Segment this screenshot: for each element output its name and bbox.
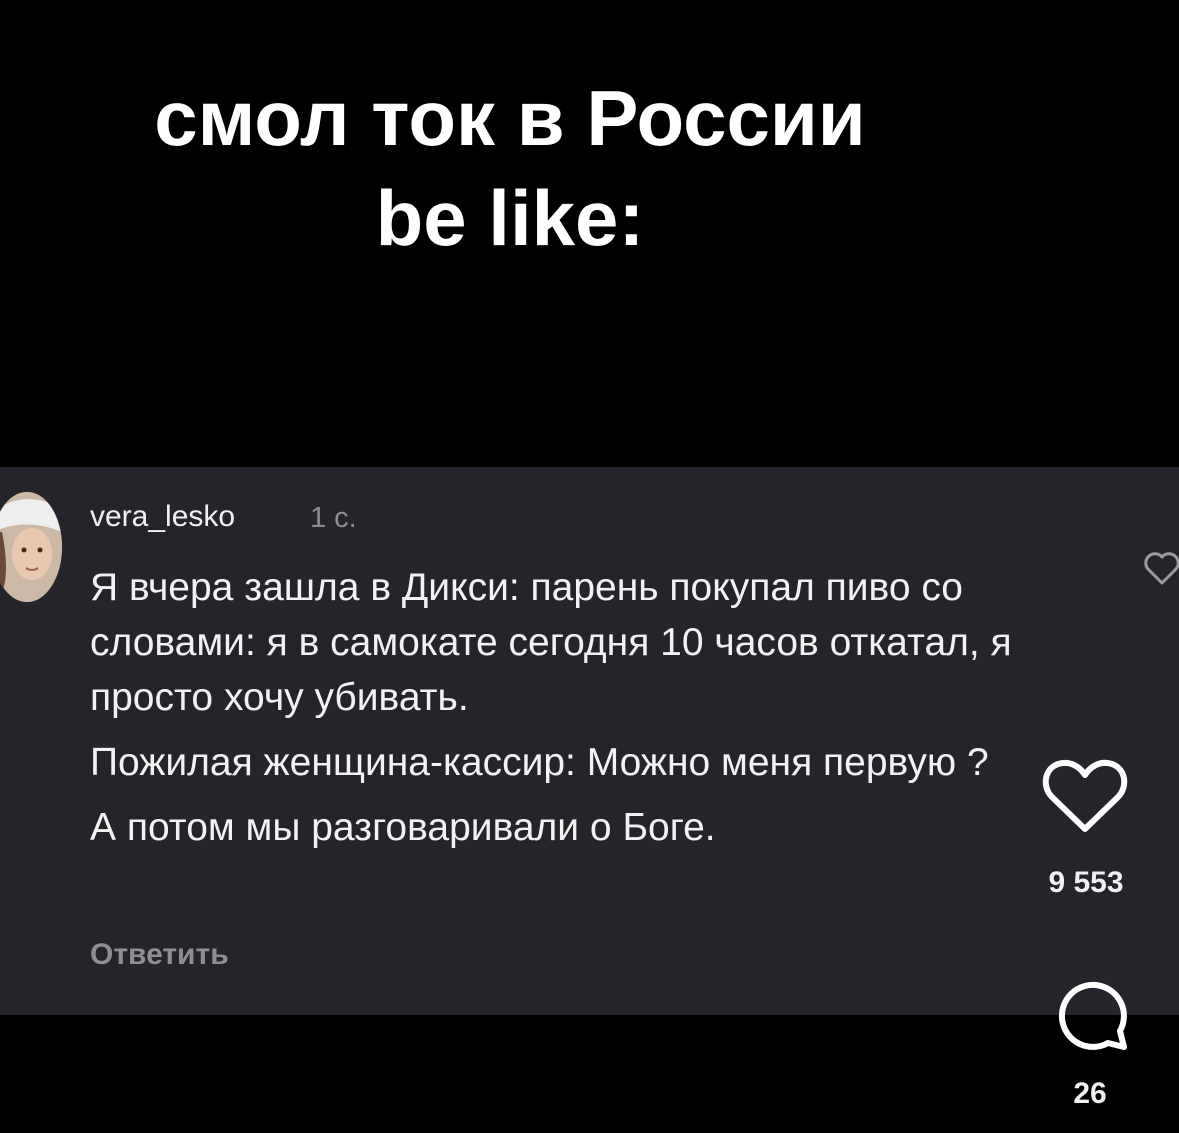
comment-username[interactable]: vera_lesko: [90, 500, 235, 534]
comment-paragraph: А потом мы разговаривали о Боге.: [90, 806, 716, 849]
comment-count: 26: [1073, 1077, 1107, 1110]
comment-timestamp: 1 с.: [310, 502, 357, 534]
comment-bubble-icon[interactable]: [1052, 975, 1130, 1053]
comment-paragraph: Пожилая женщина-кассир: Можно меня перву…: [90, 741, 989, 784]
meme-caption: смол ток в России be like:: [0, 68, 1020, 268]
like-count: 9 553: [1048, 866, 1124, 899]
comment-like-heart-icon[interactable]: [1142, 545, 1179, 589]
comment-paragraph: Я вчера зашла в Дикси: парень покупал пи…: [90, 566, 1012, 719]
comment-body: Я вчера зашла в Дикси: парень покупал пи…: [90, 560, 1060, 865]
meme-caption-line-1: смол ток в России: [154, 74, 866, 162]
reply-button[interactable]: Ответить: [90, 938, 229, 972]
meme-caption-line-2: be like:: [375, 174, 645, 262]
heart-icon[interactable]: [1040, 755, 1130, 837]
